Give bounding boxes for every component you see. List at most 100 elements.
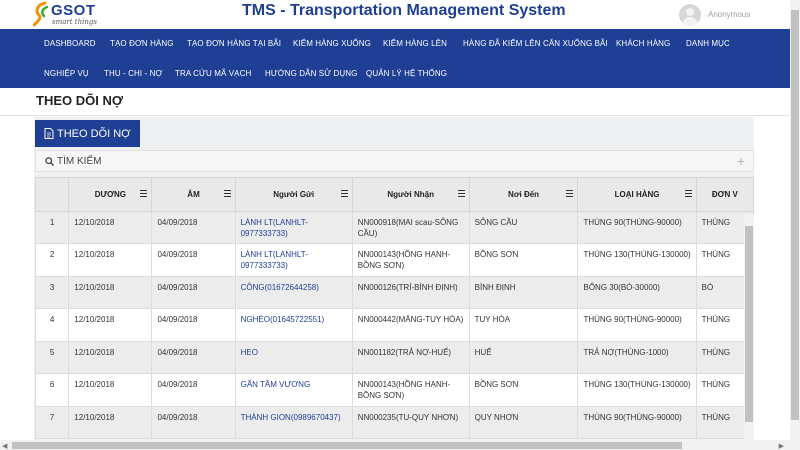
cell-destination: TUY HÒA bbox=[468, 308, 579, 342]
col-header-goods-type[interactable]: LOẠI HÀNG bbox=[577, 177, 697, 212]
cell-receiver: NN001182(TRẢ NỢ-HUẾ) bbox=[351, 341, 470, 374]
cell-receiver: NN000442(MĂNG-TUY HÒA) bbox=[351, 308, 470, 342]
cell-index: 3 bbox=[35, 276, 70, 309]
nav-check-goods-down[interactable]: KIỂM HÀNG XUỐNG bbox=[293, 39, 371, 48]
scroll-right-icon[interactable]: ▶ bbox=[779, 442, 784, 450]
cell-goods-type: THÙNG 130(THÙNG-130000) bbox=[577, 373, 697, 407]
cell-sender[interactable]: CÔNG(01672644258) bbox=[234, 276, 353, 309]
expand-icon[interactable]: + bbox=[737, 153, 745, 169]
cell-am: 04/09/2018 bbox=[151, 341, 236, 374]
app-title: TMS - Transportation Management System bbox=[242, 2, 566, 19]
nav-checked-goods-to-yard[interactable]: HÀNG ĐÃ KIỂM LÊN CĂN XUỐNG BÃI bbox=[463, 39, 608, 48]
cell-index: 5 bbox=[35, 341, 70, 374]
horizontal-scrollbar[interactable]: ◀ ▶ bbox=[0, 440, 800, 450]
cell-sender[interactable]: NGHÈO(01645722551) bbox=[234, 308, 353, 342]
nav-customers[interactable]: KHÁCH HÀNG bbox=[616, 39, 670, 48]
scrollbar-thumb[interactable] bbox=[12, 442, 682, 449]
cell-destination: BỒNG SƠN bbox=[468, 243, 579, 277]
nav-user-guide[interactable]: HƯỚNG DẪN SỬ DỤNG bbox=[265, 69, 357, 78]
logo-text: GSOT bbox=[51, 2, 96, 19]
nav-create-order-at-yard[interactable]: TẠO ĐƠN HÀNG TẠI BÃI bbox=[187, 39, 281, 48]
gsot-logo[interactable]: GSOT smart things bbox=[33, 1, 123, 28]
col-header-label: Người Gửi bbox=[273, 190, 315, 199]
cell-sender[interactable]: LÀNH LT(LANHLT-0977333733) bbox=[234, 243, 353, 277]
col-header-label: ÂM bbox=[187, 190, 200, 199]
cell-index: 7 bbox=[35, 406, 70, 439]
column-menu-icon[interactable] bbox=[223, 190, 231, 197]
nav-dashboard[interactable]: DASHBOARD bbox=[44, 39, 96, 48]
cell-sender[interactable]: HEO bbox=[234, 341, 353, 374]
table-row[interactable]: 4 12/10/2018 04/09/2018 NGHÈO(0164572255… bbox=[35, 308, 754, 342]
cell-duong: 12/10/2018 bbox=[68, 406, 153, 439]
table-row[interactable]: 5 12/10/2018 04/09/2018 HEO NN001182(TRẢ… bbox=[35, 341, 754, 374]
col-header-destination[interactable]: Nơi Đến bbox=[468, 177, 579, 212]
user-name: Anonymous bbox=[708, 10, 751, 19]
cell-index: 4 bbox=[35, 308, 70, 342]
column-menu-icon[interactable] bbox=[566, 190, 574, 197]
cell-am: 04/09/2018 bbox=[151, 276, 236, 309]
column-menu-icon[interactable] bbox=[140, 190, 148, 197]
cell-sender[interactable]: THÀNH GION(0989670437) bbox=[234, 406, 353, 439]
page-vertical-scrollbar[interactable] bbox=[790, 0, 800, 440]
table-row[interactable]: 3 12/10/2018 04/09/2018 CÔNG(01672644258… bbox=[35, 276, 754, 309]
col-header-label: ĐƠN V bbox=[711, 190, 738, 199]
cell-receiver: NN000126(TRÍ-BÌNH ĐỊNH) bbox=[351, 276, 470, 309]
table-row[interactable]: 6 12/10/2018 04/09/2018 GẤN TÂM VƯƠNG NN… bbox=[35, 373, 754, 407]
cell-destination: BÌNH ĐỊNH bbox=[468, 276, 579, 309]
table-header-row: DƯƠNG ÂM Người Gửi Người Nhận Nơi Đến LO… bbox=[35, 177, 754, 212]
table-row[interactable]: 1 12/10/2018 04/09/2018 LÀNH LT(LANHLT-0… bbox=[35, 211, 754, 244]
col-header-sender[interactable]: Người Gửi bbox=[234, 177, 353, 212]
nav-catalog[interactable]: DANH MỤC bbox=[686, 39, 730, 48]
col-header-label: Người Nhận bbox=[387, 190, 434, 199]
cell-destination: HUẾ bbox=[468, 341, 579, 374]
cell-destination: QUY NHƠN bbox=[468, 406, 579, 439]
debt-table: DƯƠNG ÂM Người Gửi Người Nhận Nơi Đến LO… bbox=[35, 177, 754, 439]
col-header-label: LOẠI HÀNG bbox=[614, 190, 660, 199]
cell-duong: 12/10/2018 bbox=[68, 211, 153, 244]
nav-operations[interactable]: NGHIỆP VỤ bbox=[44, 69, 89, 78]
cell-sender[interactable]: GẤN TÂM VƯƠNG bbox=[234, 373, 353, 407]
col-header-receiver[interactable]: Người Nhận bbox=[351, 177, 470, 212]
cell-goods-type: THÙNG 90(THÙNG-90000) bbox=[577, 211, 697, 244]
col-header-am[interactable]: ÂM bbox=[151, 177, 236, 212]
cell-sender[interactable]: LÀNH LT(LANHLT-0977333733) bbox=[234, 211, 353, 244]
cell-index: 1 bbox=[35, 211, 70, 244]
cell-duong: 12/10/2018 bbox=[68, 276, 153, 309]
cell-destination: SÔNG CẦU bbox=[468, 211, 579, 244]
main-nav: DASHBOARD TẠO ĐƠN HÀNG TẠO ĐƠN HÀNG TẠI … bbox=[0, 29, 800, 88]
col-header-label: Nơi Đến bbox=[508, 190, 540, 199]
nav-create-order[interactable]: TẠO ĐƠN HÀNG bbox=[110, 39, 174, 48]
scroll-left-icon[interactable]: ◀ bbox=[2, 442, 7, 450]
cell-goods-type: THÙNG 90(THÙNG-90000) bbox=[577, 308, 697, 342]
table-vertical-scrollbar[interactable] bbox=[744, 214, 754, 439]
column-menu-icon[interactable] bbox=[684, 190, 692, 197]
table-row[interactable]: 2 12/10/2018 04/09/2018 LÀNH LT(LANHLT-0… bbox=[35, 243, 754, 277]
tab-debt-tracking[interactable]: THEO DÕI NỢ bbox=[35, 120, 140, 147]
scrollbar-thumb[interactable] bbox=[791, 10, 799, 420]
cell-receiver: NN000143(HỒNG HẠNH-BỒNG SƠN) bbox=[351, 243, 470, 277]
divider bbox=[0, 115, 800, 116]
cell-duong: 12/10/2018 bbox=[68, 243, 153, 277]
cell-goods-type: THÙNG 130(THÙNG-130000) bbox=[577, 243, 697, 277]
top-bar: GSOT smart things TMS - Transportation M… bbox=[0, 0, 800, 29]
cell-receiver: NN000235(TU-QUY NHƠN) bbox=[351, 406, 470, 439]
nav-barcode-lookup[interactable]: TRA CỨU MÃ VẠCH bbox=[175, 69, 251, 78]
cell-am: 04/09/2018 bbox=[151, 211, 236, 244]
search-label: TÌM KIẾM bbox=[57, 156, 102, 167]
nav-income-expense-debt[interactable]: THU - CHI - NỢ bbox=[104, 69, 162, 78]
avatar bbox=[679, 4, 701, 26]
nav-check-goods-up[interactable]: KIỂM HÀNG LÊN bbox=[383, 39, 447, 48]
scrollbar-thumb[interactable] bbox=[745, 226, 753, 422]
column-menu-icon[interactable] bbox=[340, 190, 348, 197]
col-header-duong[interactable]: DƯƠNG bbox=[68, 177, 153, 212]
page-title: THEO DÕI NỢ bbox=[36, 93, 123, 108]
search-panel-header[interactable]: TÌM KIẾM + bbox=[35, 150, 754, 172]
table-row[interactable]: 7 12/10/2018 04/09/2018 THÀNH GION(09896… bbox=[35, 406, 754, 439]
cell-am: 04/09/2018 bbox=[151, 308, 236, 342]
logo-mark-icon bbox=[33, 1, 49, 27]
col-header-unit[interactable]: ĐƠN V bbox=[695, 177, 754, 212]
cell-am: 04/09/2018 bbox=[151, 373, 236, 407]
column-menu-icon[interactable] bbox=[457, 190, 465, 197]
cell-duong: 12/10/2018 bbox=[68, 373, 153, 407]
nav-system-admin[interactable]: QUẢN LÝ HỆ THỐNG bbox=[366, 69, 447, 78]
